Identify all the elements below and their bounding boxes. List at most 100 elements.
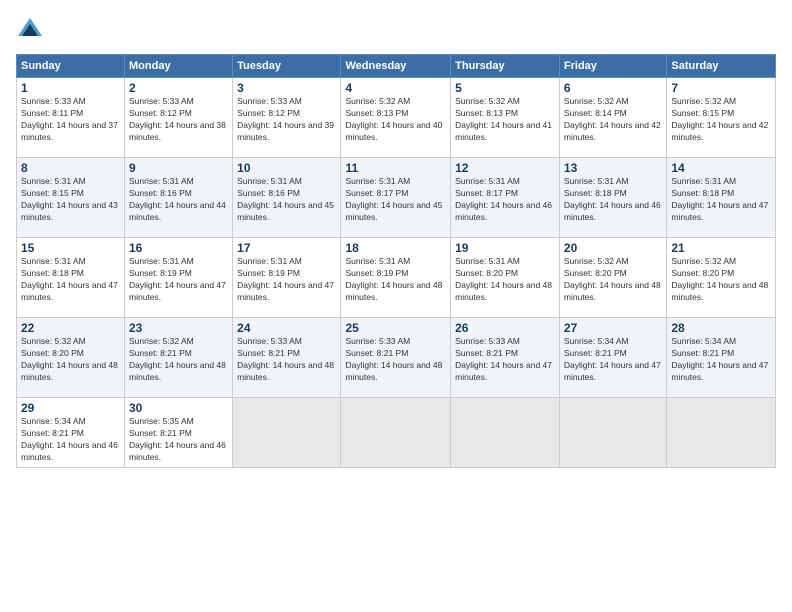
daylight-label: Daylight: 14 hours and 40 minutes.	[345, 120, 442, 142]
day-number: 1	[21, 81, 120, 95]
day-number: 30	[129, 401, 228, 415]
sunset-label: Sunset: 8:14 PM	[564, 108, 627, 118]
daylight-label: Daylight: 14 hours and 42 minutes.	[564, 120, 661, 142]
day-info: Sunrise: 5:31 AM Sunset: 8:18 PM Dayligh…	[564, 176, 662, 224]
sunrise-label: Sunrise: 5:34 AM	[564, 336, 629, 346]
sunset-label: Sunset: 8:20 PM	[21, 348, 84, 358]
calendar-cell: 1 Sunrise: 5:33 AM Sunset: 8:11 PM Dayli…	[17, 78, 125, 158]
sunset-label: Sunset: 8:21 PM	[129, 348, 192, 358]
day-number: 13	[564, 161, 662, 175]
day-info: Sunrise: 5:31 AM Sunset: 8:20 PM Dayligh…	[455, 256, 555, 304]
calendar-cell: 14 Sunrise: 5:31 AM Sunset: 8:18 PM Dayl…	[667, 158, 776, 238]
calendar-cell: 25 Sunrise: 5:33 AM Sunset: 8:21 PM Dayl…	[341, 318, 451, 398]
sunrise-label: Sunrise: 5:31 AM	[345, 256, 410, 266]
calendar-cell: 15 Sunrise: 5:31 AM Sunset: 8:18 PM Dayl…	[17, 238, 125, 318]
calendar-week-2: 8 Sunrise: 5:31 AM Sunset: 8:15 PM Dayli…	[17, 158, 776, 238]
sunset-label: Sunset: 8:19 PM	[345, 268, 408, 278]
sunset-label: Sunset: 8:20 PM	[564, 268, 627, 278]
day-number: 25	[345, 321, 446, 335]
sunrise-label: Sunrise: 5:31 AM	[129, 176, 194, 186]
daylight-label: Daylight: 14 hours and 47 minutes.	[129, 280, 226, 302]
day-number: 7	[671, 81, 771, 95]
sunrise-label: Sunrise: 5:31 AM	[21, 176, 86, 186]
daylight-label: Daylight: 14 hours and 47 minutes.	[21, 280, 118, 302]
calendar-cell: 30 Sunrise: 5:35 AM Sunset: 8:21 PM Dayl…	[125, 398, 233, 468]
sunset-label: Sunset: 8:12 PM	[237, 108, 300, 118]
calendar-cell: 20 Sunrise: 5:32 AM Sunset: 8:20 PM Dayl…	[559, 238, 666, 318]
calendar-cell: 21 Sunrise: 5:32 AM Sunset: 8:20 PM Dayl…	[667, 238, 776, 318]
sunrise-label: Sunrise: 5:33 AM	[237, 96, 302, 106]
calendar-cell: 5 Sunrise: 5:32 AM Sunset: 8:13 PM Dayli…	[451, 78, 560, 158]
day-info: Sunrise: 5:31 AM Sunset: 8:17 PM Dayligh…	[345, 176, 446, 224]
sunset-label: Sunset: 8:12 PM	[129, 108, 192, 118]
daylight-label: Daylight: 14 hours and 48 minutes.	[564, 280, 661, 302]
sunset-label: Sunset: 8:21 PM	[129, 428, 192, 438]
day-number: 2	[129, 81, 228, 95]
calendar-cell: 18 Sunrise: 5:31 AM Sunset: 8:19 PM Dayl…	[341, 238, 451, 318]
sunrise-label: Sunrise: 5:31 AM	[455, 256, 520, 266]
daylight-label: Daylight: 14 hours and 45 minutes.	[237, 200, 334, 222]
sunrise-label: Sunrise: 5:33 AM	[455, 336, 520, 346]
day-number: 20	[564, 241, 662, 255]
sunrise-label: Sunrise: 5:35 AM	[129, 416, 194, 426]
day-number: 12	[455, 161, 555, 175]
day-info: Sunrise: 5:31 AM Sunset: 8:15 PM Dayligh…	[21, 176, 120, 224]
calendar-cell: 28 Sunrise: 5:34 AM Sunset: 8:21 PM Dayl…	[667, 318, 776, 398]
day-info: Sunrise: 5:32 AM Sunset: 8:13 PM Dayligh…	[345, 96, 446, 144]
day-info: Sunrise: 5:32 AM Sunset: 8:14 PM Dayligh…	[564, 96, 662, 144]
daylight-label: Daylight: 14 hours and 48 minutes.	[129, 360, 226, 382]
daylight-label: Daylight: 14 hours and 47 minutes.	[671, 200, 768, 222]
col-saturday: Saturday	[667, 55, 776, 78]
day-info: Sunrise: 5:33 AM Sunset: 8:21 PM Dayligh…	[237, 336, 336, 384]
calendar-cell: 11 Sunrise: 5:31 AM Sunset: 8:17 PM Dayl…	[341, 158, 451, 238]
day-info: Sunrise: 5:31 AM Sunset: 8:16 PM Dayligh…	[129, 176, 228, 224]
sunrise-label: Sunrise: 5:32 AM	[455, 96, 520, 106]
day-info: Sunrise: 5:32 AM Sunset: 8:20 PM Dayligh…	[21, 336, 120, 384]
calendar-cell: 6 Sunrise: 5:32 AM Sunset: 8:14 PM Dayli…	[559, 78, 666, 158]
day-number: 29	[21, 401, 120, 415]
day-info: Sunrise: 5:33 AM Sunset: 8:11 PM Dayligh…	[21, 96, 120, 144]
sunrise-label: Sunrise: 5:34 AM	[671, 336, 736, 346]
sunset-label: Sunset: 8:17 PM	[345, 188, 408, 198]
sunrise-label: Sunrise: 5:31 AM	[564, 176, 629, 186]
day-info: Sunrise: 5:31 AM Sunset: 8:17 PM Dayligh…	[455, 176, 555, 224]
calendar-cell: 13 Sunrise: 5:31 AM Sunset: 8:18 PM Dayl…	[559, 158, 666, 238]
col-thursday: Thursday	[451, 55, 560, 78]
sunrise-label: Sunrise: 5:31 AM	[21, 256, 86, 266]
header	[16, 16, 776, 44]
day-info: Sunrise: 5:35 AM Sunset: 8:21 PM Dayligh…	[129, 416, 228, 464]
sunset-label: Sunset: 8:15 PM	[671, 108, 734, 118]
sunset-label: Sunset: 8:18 PM	[21, 268, 84, 278]
sunrise-label: Sunrise: 5:32 AM	[564, 256, 629, 266]
sunset-label: Sunset: 8:13 PM	[345, 108, 408, 118]
day-info: Sunrise: 5:34 AM Sunset: 8:21 PM Dayligh…	[21, 416, 120, 464]
day-number: 18	[345, 241, 446, 255]
day-number: 28	[671, 321, 771, 335]
calendar-table: Sunday Monday Tuesday Wednesday Thursday…	[16, 54, 776, 468]
sunrise-label: Sunrise: 5:32 AM	[671, 96, 736, 106]
daylight-label: Daylight: 14 hours and 46 minutes.	[129, 440, 226, 462]
calendar-cell: 23 Sunrise: 5:32 AM Sunset: 8:21 PM Dayl…	[125, 318, 233, 398]
day-number: 19	[455, 241, 555, 255]
sunset-label: Sunset: 8:21 PM	[237, 348, 300, 358]
sunset-label: Sunset: 8:13 PM	[455, 108, 518, 118]
daylight-label: Daylight: 14 hours and 48 minutes.	[671, 280, 768, 302]
daylight-label: Daylight: 14 hours and 48 minutes.	[345, 360, 442, 382]
sunset-label: Sunset: 8:20 PM	[455, 268, 518, 278]
calendar-cell: 3 Sunrise: 5:33 AM Sunset: 8:12 PM Dayli…	[233, 78, 341, 158]
sunset-label: Sunset: 8:21 PM	[671, 348, 734, 358]
calendar-cell: 7 Sunrise: 5:32 AM Sunset: 8:15 PM Dayli…	[667, 78, 776, 158]
day-number: 21	[671, 241, 771, 255]
sunset-label: Sunset: 8:20 PM	[671, 268, 734, 278]
day-number: 17	[237, 241, 336, 255]
day-info: Sunrise: 5:31 AM Sunset: 8:18 PM Dayligh…	[21, 256, 120, 304]
sunrise-label: Sunrise: 5:33 AM	[21, 96, 86, 106]
sunset-label: Sunset: 8:21 PM	[21, 428, 84, 438]
day-info: Sunrise: 5:31 AM Sunset: 8:16 PM Dayligh…	[237, 176, 336, 224]
day-number: 26	[455, 321, 555, 335]
sunset-label: Sunset: 8:18 PM	[564, 188, 627, 198]
calendar-week-3: 15 Sunrise: 5:31 AM Sunset: 8:18 PM Dayl…	[17, 238, 776, 318]
sunrise-label: Sunrise: 5:31 AM	[237, 256, 302, 266]
day-number: 16	[129, 241, 228, 255]
sunset-label: Sunset: 8:18 PM	[671, 188, 734, 198]
